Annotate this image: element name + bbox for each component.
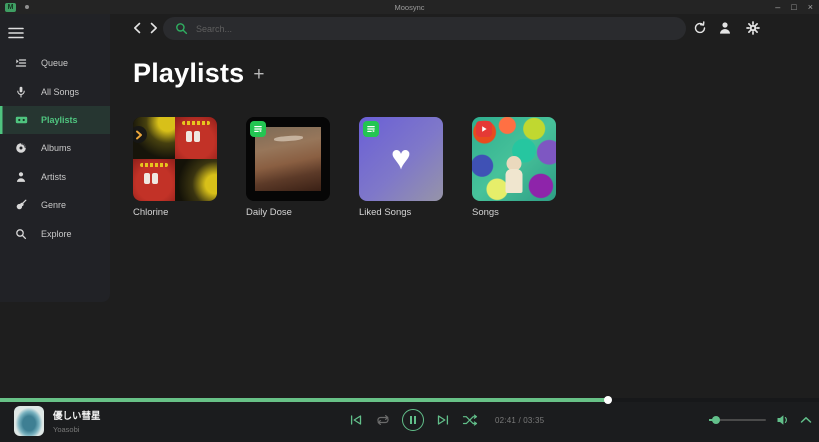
chevron-up-icon [800, 417, 812, 423]
vinyl-icon [14, 142, 28, 154]
account-button[interactable] [717, 20, 733, 36]
playlist-cover: ♥ [359, 117, 443, 201]
sidebar-item-artists[interactable]: Artists [0, 163, 110, 191]
sidebar-item-playlists[interactable]: Playlists [0, 105, 110, 135]
mute-button[interactable] [776, 414, 790, 426]
page-header: Playlists + [133, 58, 264, 89]
window-controls: – □ × [775, 0, 813, 14]
playlist-name: Songs [472, 207, 499, 218]
playlist-name: Daily Dose [246, 207, 292, 218]
song-title: 優しい彗星 [53, 411, 101, 422]
previous-icon [350, 415, 362, 425]
next-icon [437, 415, 449, 425]
youtube-badge-icon [476, 121, 492, 137]
add-playlist-button[interactable]: + [253, 61, 264, 86]
page-title: Playlists [133, 58, 245, 88]
search-icon [176, 23, 188, 35]
menu-toggle-button[interactable] [8, 25, 28, 41]
time-display: 02:41 / 03:35 [495, 415, 545, 425]
minimize-button[interactable]: – [775, 2, 780, 12]
sidebar-item-label: Playlists [41, 114, 78, 125]
playlist-card-daily-dose[interactable]: Daily Dose [246, 117, 330, 218]
queue-icon [14, 57, 28, 69]
playlist-card-songs[interactable]: Songs [472, 117, 556, 218]
titlebar: M Moosync – □ × [0, 0, 819, 14]
search-input[interactable] [196, 23, 674, 34]
shuffle-icon [462, 414, 478, 426]
playlist-cover [472, 117, 556, 201]
cover-tile [133, 159, 175, 201]
spotify-playlist-badge-icon [363, 121, 379, 137]
spotify-playlist-badge-icon [250, 121, 266, 137]
expand-player-button[interactable] [800, 416, 812, 424]
volume-thumb[interactable] [711, 416, 720, 424]
sidebar-item-label: Explore [41, 228, 72, 239]
volume-slider[interactable] [709, 415, 766, 425]
settings-button[interactable] [745, 20, 761, 36]
refresh-button[interactable] [692, 20, 708, 36]
artist-icon [14, 171, 28, 183]
hamburger-icon [8, 27, 24, 39]
cover-tile [175, 159, 217, 201]
transport-controls: 02:41 / 03:35 [348, 400, 544, 440]
maximize-button[interactable]: □ [791, 2, 796, 12]
window-title: Moosync [394, 2, 425, 12]
sidebar-item-label: Albums [41, 143, 72, 154]
shuffle-button[interactable] [462, 414, 478, 426]
playlist-cover [246, 117, 330, 201]
gear-icon [746, 21, 760, 35]
sidebar-item-queue[interactable]: Queue [0, 49, 110, 77]
person-icon [720, 22, 730, 34]
song-artist: Yoasobi [53, 425, 80, 434]
sidebar-item-label: Artists [41, 171, 67, 182]
sidebar-item-label: All Songs [41, 86, 80, 97]
moosync-window: M Moosync – □ × Queue All Songs Playlist… [0, 0, 819, 442]
playlist-cover [133, 117, 217, 201]
sidebar-item-label: Queue [41, 58, 69, 69]
cover-tile [175, 117, 217, 159]
pause-icon [409, 416, 412, 424]
explore-search-icon [14, 228, 28, 240]
cassette-icon [14, 114, 28, 126]
sidebar-item-albums[interactable]: Albums [0, 134, 110, 162]
repeat-icon [377, 415, 389, 425]
playlist-grid: Chlorine Daily Dose ♥ Liked Songs Songs [133, 117, 556, 218]
now-playing: 優しい彗星 Yoasobi [14, 406, 101, 436]
player-bar: 優しい彗星 Yoasobi 02:41 / 03:35 [0, 396, 819, 442]
back-button[interactable] [130, 21, 144, 35]
sidebar-item-label: Genre [41, 200, 67, 211]
cover-art [255, 127, 321, 191]
playlist-name: Liked Songs [359, 207, 412, 218]
close-button[interactable]: × [808, 2, 813, 12]
chevron-right-icon [150, 22, 157, 34]
next-track-button[interactable] [435, 414, 451, 426]
sidebar-nav: Queue All Songs Playlists Albums Artists… [0, 49, 110, 248]
guitar-icon [14, 199, 28, 211]
now-playing-text: 優しい彗星 Yoasobi [53, 408, 101, 434]
playlist-card-liked-songs[interactable]: ♥ Liked Songs [359, 117, 443, 218]
sidebar: Queue All Songs Playlists Albums Artists… [0, 14, 110, 302]
chevron-left-icon [134, 22, 141, 34]
forward-button[interactable] [147, 21, 161, 35]
heart-icon: ♥ [390, 138, 412, 177]
progress-thumb[interactable] [603, 396, 612, 404]
previous-track-button[interactable] [348, 414, 364, 426]
repeat-button[interactable] [375, 414, 391, 426]
sidebar-item-genre[interactable]: Genre [0, 191, 110, 219]
album-art[interactable] [14, 406, 44, 436]
speaker-icon [777, 415, 787, 425]
pause-button[interactable] [402, 409, 424, 431]
sidebar-item-explore[interactable]: Explore [0, 219, 110, 247]
sidebar-item-all-songs[interactable]: All Songs [0, 77, 110, 105]
cover-figure [505, 155, 523, 193]
microphone-icon [14, 86, 28, 98]
playlist-card-chlorine[interactable]: Chlorine [133, 117, 217, 218]
pause-icon [414, 416, 417, 424]
volume-controls [709, 400, 812, 440]
search-bar[interactable] [163, 17, 686, 40]
playlist-name: Chlorine [133, 207, 169, 218]
refresh-icon [694, 21, 706, 34]
